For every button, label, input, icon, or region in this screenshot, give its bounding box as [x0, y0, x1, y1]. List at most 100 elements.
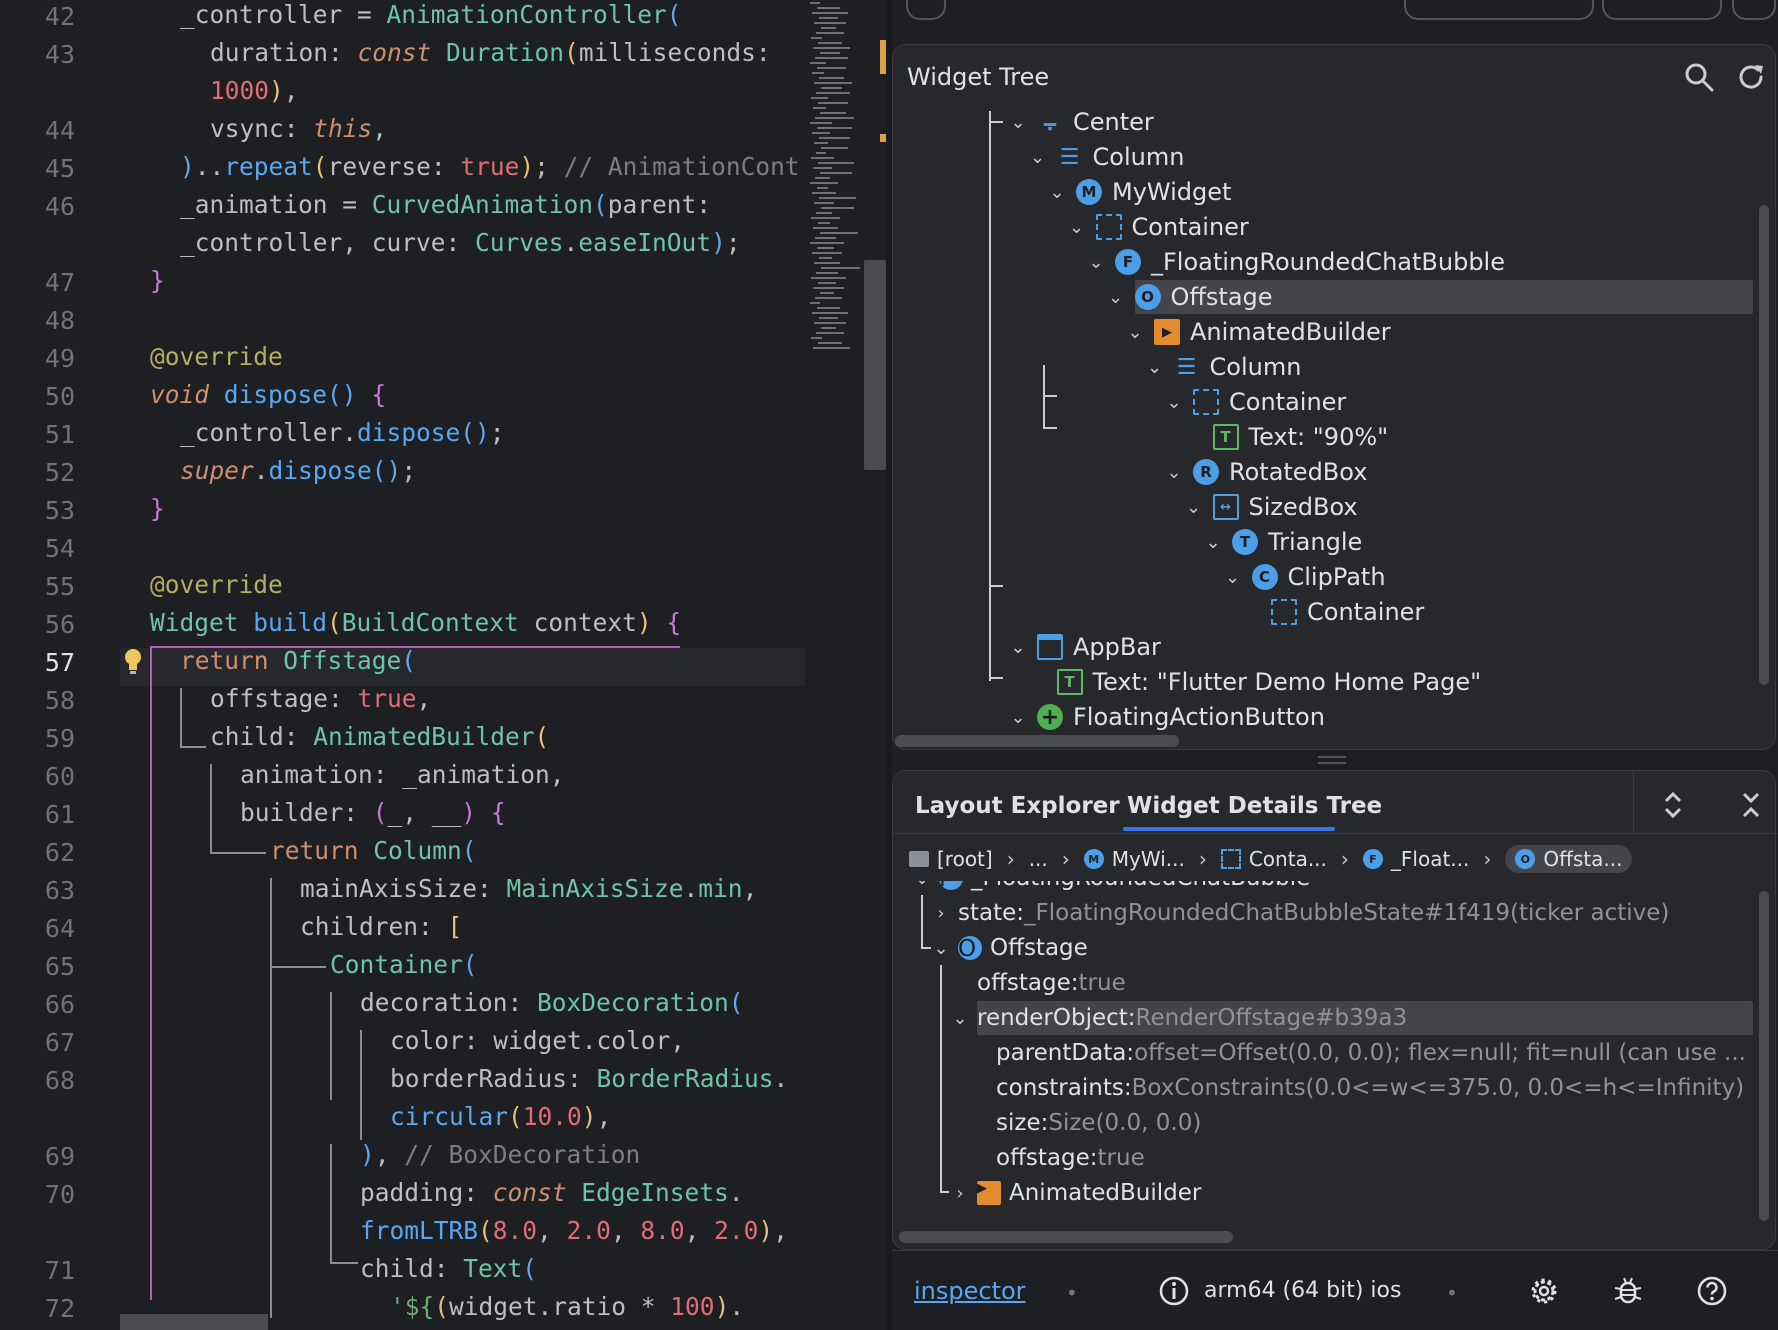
editor-horizontal-scrollbar[interactable] — [120, 1314, 268, 1330]
code-line[interactable]: _controller.dispose(); — [180, 414, 505, 452]
code-line[interactable]: super.dispose(); — [180, 452, 416, 490]
settings-icon-partial[interactable] — [1732, 0, 1776, 20]
chevron-right-icon[interactable]: › — [949, 1183, 971, 1204]
collapse-icon[interactable] — [1739, 791, 1763, 819]
tree-node[interactable]: Container — [1241, 595, 1424, 629]
code-line[interactable]: child: AnimatedBuilder( — [210, 718, 549, 756]
tree-node[interactable]: ⌄ C ClipPath — [1222, 560, 1386, 594]
chevron-down-icon[interactable]: ⌄ — [1163, 392, 1185, 413]
minimap[interactable] — [810, 0, 860, 380]
chevron-down-icon[interactable]: ⌄ — [1066, 217, 1088, 238]
tree-horizontal-scrollbar[interactable] — [895, 735, 1179, 747]
chevron-down-icon[interactable]: ⌄ — [1144, 357, 1166, 378]
breadcrumb-item[interactable]: O Offsta... — [1505, 845, 1633, 873]
code-editor[interactable]: 42 43 44 45 46 47 48 49 50 51 52 53 54 55 56 57 58 59 60 61… — [0, 0, 890, 1330]
code-line[interactable]: ), // BoxDecoration — [360, 1136, 640, 1174]
code-line[interactable]: builder: (_, __) { — [240, 794, 506, 832]
code-line[interactable]: } — [150, 490, 165, 528]
code-line[interactable]: _controller = AnimationController( — [180, 0, 682, 34]
details-row[interactable]: › state: _FloatingRoundedChatBubbleState#… — [930, 896, 1669, 930]
details-vertical-scrollbar[interactable] — [1759, 891, 1769, 1221]
code-line[interactable]: )..repeat(reverse: true); // AnimationCo… — [180, 148, 800, 186]
tree-node[interactable]: ⌄ T Triangle — [1202, 525, 1362, 559]
tree-node[interactable]: ⌄ R RotatedBox — [1163, 455, 1367, 489]
tree-node[interactable]: ⌄ Container — [1163, 385, 1346, 419]
chevron-down-icon[interactable]: ⌄ — [1007, 707, 1029, 728]
code-line[interactable]: offstage: true, — [210, 680, 431, 718]
help-icon[interactable] — [1696, 1275, 1728, 1307]
code-line[interactable]: Container( — [330, 946, 478, 984]
tree-node[interactable]: ⌄ + FloatingActionButton — [1007, 700, 1325, 734]
search-icon[interactable] — [1683, 61, 1715, 93]
editor-vertical-scrollbar[interactable] — [864, 260, 886, 470]
gear-icon[interactable] — [1528, 1275, 1560, 1307]
split-grip[interactable] — [1318, 756, 1346, 764]
tree-node[interactable]: ⌄ ↔ SizedBox — [1183, 490, 1358, 524]
lightbulb-icon[interactable] — [122, 647, 144, 677]
toolbar-button-partial[interactable] — [906, 0, 946, 20]
details-row[interactable]: size: Size(0.0, 0.0) — [968, 1106, 1201, 1140]
tree-node[interactable]: ⌄ O Offstage — [1105, 280, 1273, 314]
tree-node[interactable]: T Text: "90%" — [1183, 420, 1388, 454]
chevron-down-icon[interactable]: ⌄ — [930, 938, 952, 959]
code-line[interactable]: color: widget.color, — [390, 1022, 685, 1060]
chevron-down-icon[interactable]: ⌄ — [1124, 322, 1146, 343]
tab-widget-details-tree[interactable]: Widget Details Tree — [1127, 793, 1382, 819]
chevron-down-icon[interactable]: ⌄ — [1007, 637, 1029, 658]
code-line[interactable]: children: [ — [300, 908, 462, 946]
details-row[interactable]: ⌄ O Offstage — [930, 931, 1087, 965]
code-line[interactable]: mainAxisSize: MainAxisSize.min, — [300, 870, 757, 908]
code-line[interactable]: duration: const Duration(milliseconds: — [210, 34, 771, 72]
code-line[interactable]: _animation = CurvedAnimation(parent: — [180, 186, 711, 224]
chevron-down-icon[interactable]: ⌄ — [1085, 252, 1107, 273]
tree-node[interactable]: ⌄ F _FloatingRoundedChatBubble — [1085, 245, 1505, 279]
tab-layout-explorer[interactable]: Layout Explorer — [915, 793, 1120, 819]
info-icon[interactable] — [1158, 1275, 1190, 1307]
tree-vertical-scrollbar[interactable] — [1759, 205, 1769, 685]
code-line[interactable]: return Column( — [270, 832, 477, 870]
code-line[interactable]: 1000), — [210, 72, 299, 110]
chevron-down-icon[interactable]: ⌄ — [1027, 147, 1049, 168]
chevron-down-icon[interactable]: ⌄ — [911, 881, 933, 889]
code-line[interactable]: @override — [150, 338, 283, 376]
widget-tree-list[interactable]: ⌄ ⨪ Center ⌄ ☰ Column ⌄ M MyWidget ⌄ Container ⌄ F _F… — [893, 111, 1777, 751]
details-tree-list[interactable]: ⌄ F _FloatingRoundedChatBubble › state: _Flo… — [893, 881, 1777, 1211]
tree-node[interactable]: ⌄ ☰ Column — [1027, 140, 1184, 174]
details-row[interactable]: › ▶ AnimatedBuilder — [949, 1176, 1201, 1210]
code-line[interactable]: Widget build(BuildContext context) { — [150, 604, 681, 642]
chevron-down-icon[interactable]: ⌄ — [1046, 182, 1068, 203]
tree-node[interactable]: ⌄ M MyWidget — [1046, 175, 1231, 209]
chevron-down-icon[interactable]: ⌄ — [949, 1008, 971, 1029]
bug-icon[interactable] — [1612, 1275, 1644, 1307]
details-row[interactable]: ⌄ renderObject: RenderOffstage#b39a3 — [949, 1001, 1407, 1035]
code-line[interactable]: vsync: this, — [210, 110, 387, 148]
tree-node[interactable]: ⌄ ☰ Column — [1144, 350, 1301, 384]
code-line[interactable]: padding: const EdgeInsets. — [360, 1174, 744, 1212]
details-row[interactable]: constraints: BoxConstraints(0.0<=w<=375.… — [968, 1071, 1744, 1105]
breadcrumb-item[interactable]: ... — [1029, 847, 1048, 871]
code-line[interactable]: void dispose() { — [150, 376, 386, 414]
chevron-down-icon[interactable]: ⌄ — [1202, 532, 1224, 553]
tree-node[interactable]: ⌄ AppBar — [1007, 630, 1160, 664]
breadcrumb-item[interactable]: Conta... — [1220, 847, 1327, 871]
toolbar-group-partial-2[interactable] — [1602, 0, 1722, 20]
chevron-right-icon[interactable]: › — [930, 903, 952, 924]
code-line[interactable]: circular(10.0), — [390, 1098, 611, 1136]
breadcrumb-item[interactable]: F _Float... — [1362, 847, 1469, 871]
breadcrumb-item[interactable]: M MyWi... — [1083, 847, 1185, 871]
chevron-down-icon[interactable]: ⌄ — [1007, 112, 1029, 133]
details-row[interactable]: parentData: offset=Offset(0.0, 0.0); fle… — [968, 1036, 1746, 1070]
code-line[interactable]: '${(widget.ratio * 100). — [390, 1288, 744, 1326]
details-row[interactable]: offstage: true — [968, 1141, 1145, 1175]
details-row[interactable]: offstage: true — [949, 966, 1126, 1000]
breadcrumb-item[interactable]: [root] — [909, 847, 993, 871]
code-line[interactable]: @override — [150, 566, 283, 604]
inspector-link[interactable]: inspector — [914, 1277, 1026, 1305]
tree-node[interactable]: ⌄ ⨪ Center — [1007, 111, 1153, 139]
code-line[interactable]: child: Text( — [360, 1250, 537, 1288]
tree-node[interactable]: ⌄ Container — [1066, 210, 1249, 244]
chevron-down-icon[interactable]: ⌄ — [1222, 567, 1244, 588]
code-line[interactable]: animation: _animation, — [240, 756, 565, 794]
toolbar-group-partial[interactable] — [1404, 0, 1594, 20]
code-line[interactable]: borderRadius: BorderRadius. — [390, 1060, 788, 1098]
